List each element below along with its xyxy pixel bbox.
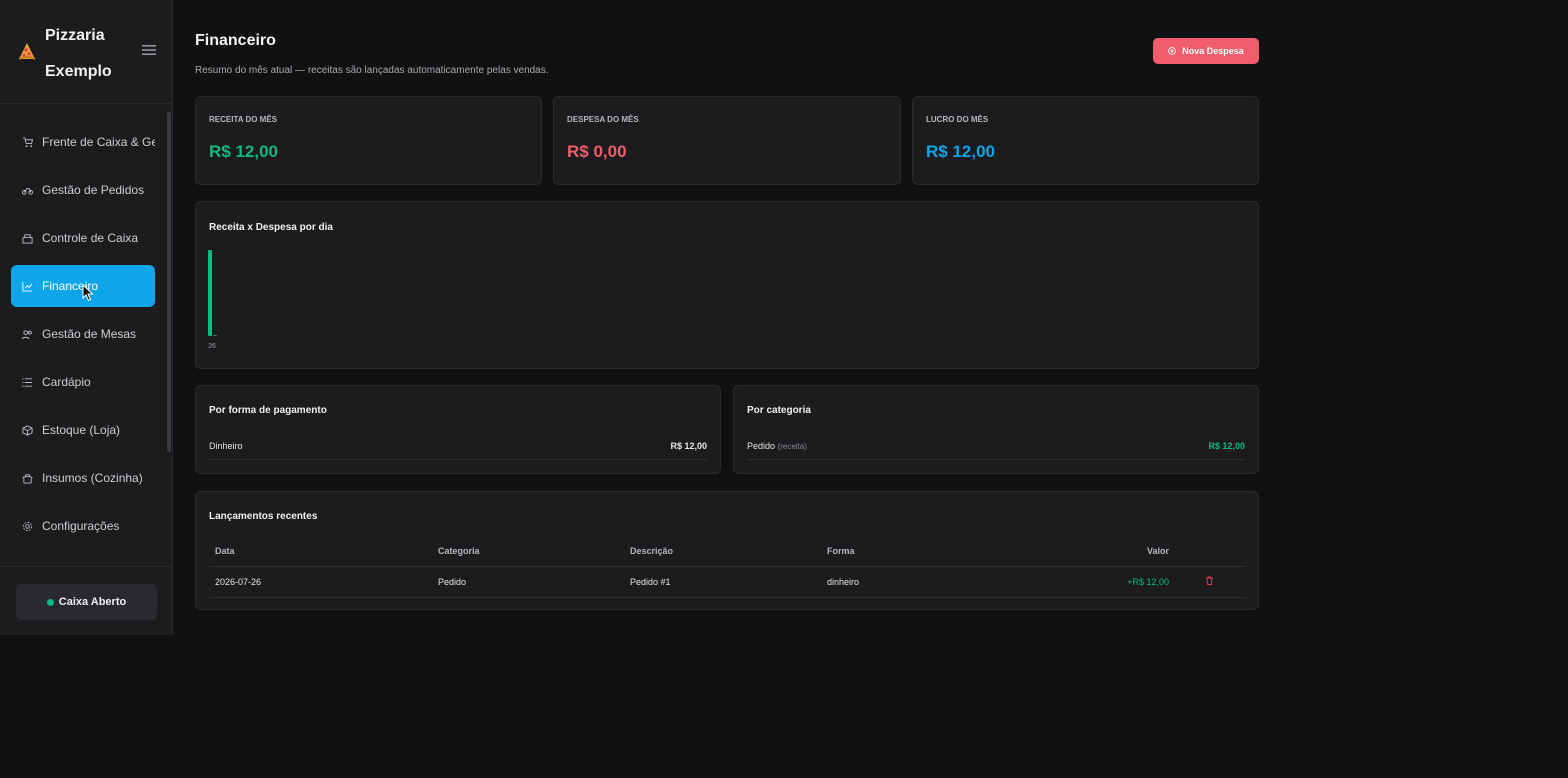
kpi-card-expense: DESPESA DO MÊS R$ 0,00 [553,96,901,185]
motorbike-icon [22,187,33,195]
gear-icon [22,521,33,531]
chart-line-icon [22,281,33,292]
sidebar-item-label: Insumos (Cozinha) [42,471,143,485]
recent-entries-card: Lançamentos recentes Data Categoria Desc… [195,491,1259,610]
page-subtitle: Resumo do mês atual — receitas são lança… [195,65,549,76]
daily-bar-chart: 26 [208,250,217,350]
sidebar-item-label: Controle de Caixa [42,231,139,245]
column-header-valor: Valor [1021,536,1169,567]
column-header-categoria: Categoria [432,536,624,567]
sidebar-item-label: Gestão de Mesas [42,327,137,341]
table-row: 2026-07-26 Pedido Pedido #1 dinheiro +R$… [209,566,1246,598]
kpi-card-revenue: RECEITA DO MÊS R$ 12,00 [195,96,542,185]
pizza-icon [18,43,36,60]
sidebar-item-frente-de-caixa[interactable]: Frente de Caixa & Gestor [11,121,155,163]
category-label: Pedido (receita) [747,441,807,451]
revenue-bar [208,250,212,336]
sidebar-item-gestao-de-mesas[interactable]: Gestão de Mesas [11,313,155,355]
kpi-value: R$ 12,00 [926,142,995,161]
sidebar-item-label: Gestão de Pedidos [42,183,145,197]
trash-icon[interactable] [1205,576,1214,585]
users-icon [22,329,32,339]
sidebar-item-cardapio[interactable]: Cardápio [11,361,155,403]
brand-line-2: Exemplo [45,63,112,80]
kpi-label: DESPESA DO MÊS [567,115,639,124]
entry-actions [1169,566,1246,598]
expense-bar [213,335,217,336]
entry-description: Pedido #1 [624,566,821,598]
kpi-value: R$ 12,00 [209,142,278,161]
chart-title: Receita x Despesa por dia [209,222,333,233]
sidebar: Pizzaria Exemplo Frente de Caixa & Gesto… [0,0,173,635]
category-value: R$ 12,00 [1208,440,1245,451]
sidebar-item-insumos[interactable]: Insumos (Cozinha) [11,457,155,499]
sidebar-footer: Caixa Aberto [0,566,173,635]
category-tag: (receita) [777,441,807,451]
entry-payment-method: dinheiro [821,566,1021,598]
brand-name: Pizzaria Exemplo [45,18,135,90]
new-expense-label: Nova Despesa [1182,46,1244,56]
list-icon [22,377,33,387]
kpi-label: RECEITA DO MÊS [209,115,278,124]
column-header-data: Data [209,536,432,567]
recent-entries-table: Data Categoria Descrição Forma Valor 202… [209,536,1246,598]
sidebar-scrollbar[interactable] [167,112,171,452]
payment-method-label: Dinheiro [209,440,243,451]
column-header-descricao: Descrição [624,536,821,567]
column-header-forma: Forma [821,536,1021,567]
category-card-title: Por categoria [747,405,811,416]
sidebar-item-label: Estoque (Loja) [42,423,121,437]
page-title: Financeiro [195,32,276,49]
list-item: Pedido (receita) R$ 12,00 [747,432,1245,460]
brand-line-1: Pizzaria [45,27,105,44]
payment-method-value: R$ 12,00 [670,440,707,451]
sidebar-item-label: Configurações [42,519,120,533]
cash-register-icon [22,233,33,244]
new-expense-button[interactable]: Nova Despesa [1153,38,1259,64]
sidebar-item-label: Cardápio [42,375,91,389]
category-name: Pedido [747,440,776,451]
entry-category: Pedido [432,566,624,598]
mouse-cursor-icon [82,284,94,302]
status-dot-icon [46,598,54,606]
cash-status-badge: Caixa Aberto [16,584,157,620]
entry-date: 2026-07-26 [209,566,432,598]
sidebar-item-label: Frente de Caixa & Gestor [42,135,155,149]
entry-value: +R$ 12,00 [1021,566,1169,598]
hamburger-menu-icon[interactable] [142,44,156,56]
status-label: Caixa Aberto [58,596,127,608]
sidebar-item-estoque[interactable]: Estoque (Loja) [11,409,155,451]
recent-entries-title: Lançamentos recentes [209,511,318,522]
kpi-card-profit: LUCRO DO MÊS R$ 12,00 [912,96,1259,185]
category-card: Por categoria Pedido (receita) R$ 12,00 [733,385,1259,474]
column-header-actions [1169,536,1246,567]
kpi-label: LUCRO DO MÊS [926,115,989,124]
box-icon [22,424,33,436]
kpi-value: R$ 0,00 [567,142,627,161]
daily-chart-card: Receita x Despesa por dia 26 [195,201,1259,369]
payment-card-title: Por forma de pagamento [209,405,327,416]
brand-header: Pizzaria Exemplo [0,0,172,104]
sidebar-item-gestao-de-pedidos[interactable]: Gestão de Pedidos [11,169,155,211]
sidebar-item-configuracoes[interactable]: Configurações [11,505,155,547]
cart-icon [22,136,33,147]
table-header-row: Data Categoria Descrição Forma Valor [209,536,1246,567]
plus-circle-icon [1168,47,1177,55]
list-item: Dinheiro R$ 12,00 [209,432,707,460]
sidebar-item-controle-de-caixa[interactable]: Controle de Caixa [11,217,155,259]
x-tick-label: 26 [208,343,216,350]
pot-icon [22,473,33,484]
payment-method-card: Por forma de pagamento Dinheiro R$ 12,00 [195,385,721,474]
